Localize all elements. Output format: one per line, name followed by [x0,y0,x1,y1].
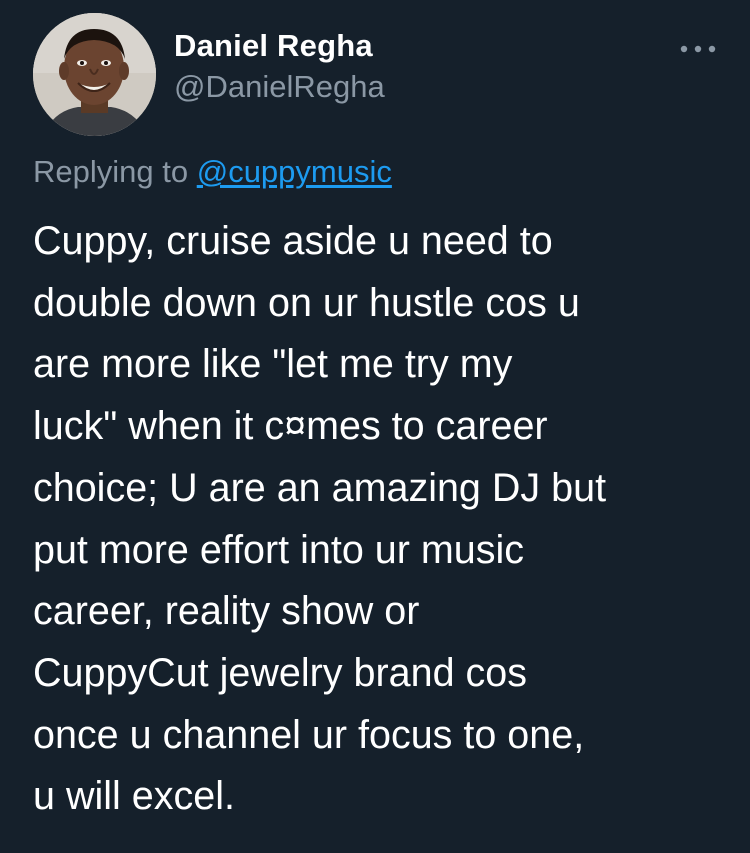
replying-to-label: Replying to [33,154,197,189]
reply-mention-link[interactable]: @cuppymusic [197,154,392,189]
author-info: Daniel Regha @DanielRegha [174,26,385,107]
author-handle[interactable]: @DanielRegha [174,67,385,107]
more-horizontal-icon [680,45,716,53]
tweet: Daniel Regha @DanielRegha Replying to @c… [0,0,750,853]
avatar-image [33,13,156,136]
more-options-button[interactable] [676,34,720,64]
replying-to-line: Replying to @cuppymusic [33,150,392,194]
author-display-name[interactable]: Daniel Regha [174,26,385,66]
avatar[interactable] [33,13,156,136]
tweet-text: Cuppy, cruise aside u need to double dow… [33,219,607,819]
